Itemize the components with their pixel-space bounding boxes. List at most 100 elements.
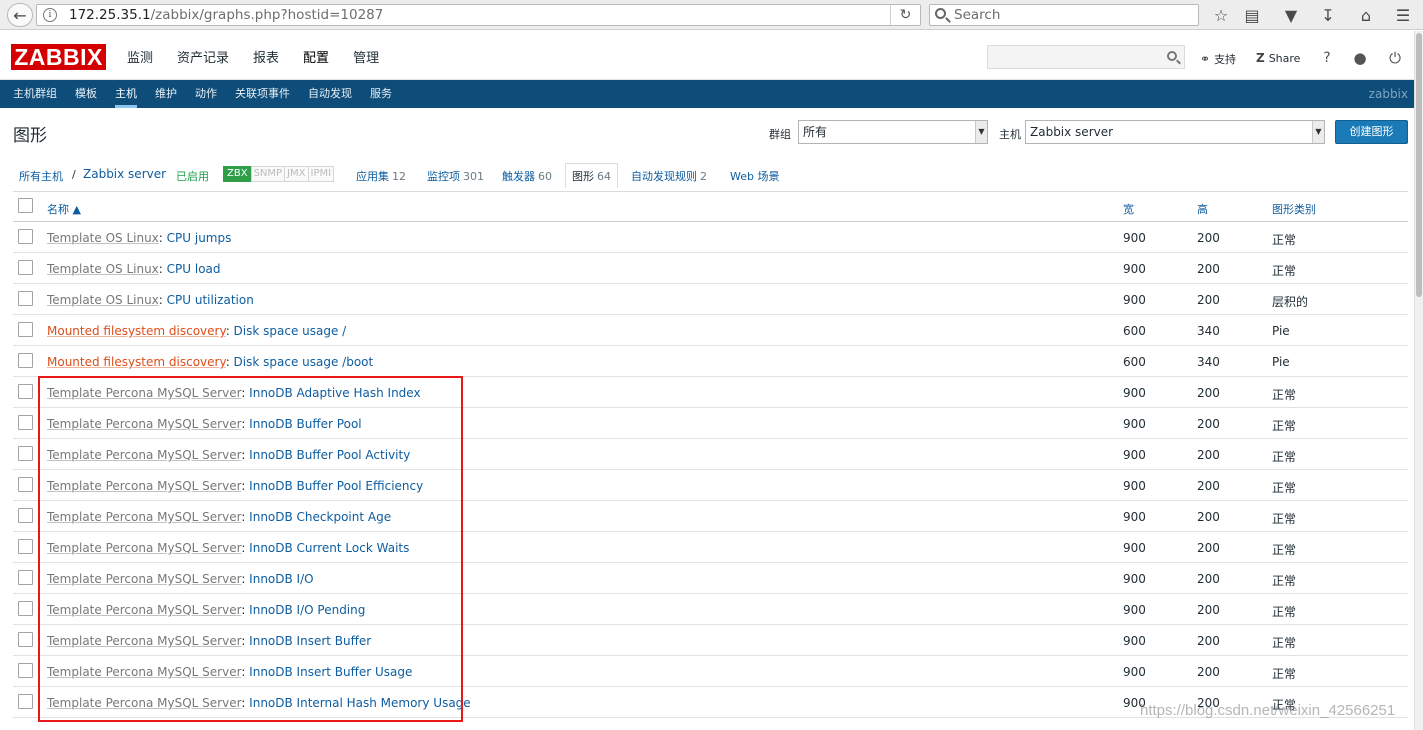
type-cell: 正常 (1272, 636, 1297, 650)
url-text: 172.25.35.1/zabbix/graphs.php?hostid=102… (69, 7, 384, 23)
tab-graphs[interactable]: 图形 64 (565, 163, 618, 188)
support-link[interactable]: ⚭ 支持 (1200, 51, 1236, 67)
row-checkbox[interactable] (18, 260, 33, 275)
submenu-templates[interactable]: 模板 (66, 80, 106, 108)
submenu-services[interactable]: 服务 (361, 80, 401, 108)
graph-link[interactable]: Disk space usage / (234, 324, 347, 338)
info-icon[interactable]: i (43, 8, 57, 22)
graph-name-cell: Template OS Linux: CPU jumps (47, 231, 231, 245)
type-cell: 正常 (1272, 667, 1297, 681)
create-graph-button[interactable]: 创建图形 (1335, 120, 1408, 144)
height-cell: 200 (1197, 231, 1220, 245)
search-icon[interactable] (1167, 51, 1177, 61)
host-select[interactable]: Zabbix server ▼ (1025, 120, 1325, 144)
type-cell: 正常 (1272, 574, 1297, 588)
row-checkbox[interactable] (18, 291, 33, 306)
column-header-type[interactable]: 图形类别 (1272, 201, 1316, 217)
table-row: Template OS Linux: CPU utilization 900 200… (13, 284, 1408, 315)
height-cell: 200 (1197, 262, 1220, 276)
submenu-maintenance[interactable]: 维护 (146, 80, 186, 108)
submenu-event-correlation[interactable]: 关联项事件 (226, 80, 299, 108)
breadcrumb-host[interactable]: Zabbix server (83, 167, 166, 181)
template-link[interactable]: Template OS Linux (47, 262, 159, 276)
group-select[interactable]: 所有 ▼ (798, 120, 988, 144)
row-checkbox[interactable] (18, 353, 33, 368)
width-cell: 600 (1123, 324, 1146, 338)
height-cell: 200 (1197, 634, 1220, 648)
select-all-checkbox[interactable] (18, 198, 33, 213)
menu-administration[interactable]: 管理 (344, 47, 388, 66)
graph-link[interactable]: CPU utilization (167, 293, 254, 307)
zabbix-logo[interactable]: ZABBIX (11, 44, 106, 70)
reading-list-icon[interactable]: ▤ (1240, 4, 1264, 26)
tab-discovery-rules[interactable]: 自动发现规则 2 (631, 168, 707, 184)
submenu-discovery[interactable]: 自动发现 (299, 80, 361, 108)
menu-configuration[interactable]: 配置 (294, 47, 338, 66)
width-cell: 900 (1123, 665, 1146, 679)
menu-inventory[interactable]: 资产记录 (168, 47, 238, 66)
group-select-value: 所有 (803, 125, 828, 139)
back-arrow-icon[interactable]: ← (7, 3, 33, 27)
row-checkbox[interactable] (18, 446, 33, 461)
submenu-host-groups[interactable]: 主机群组 (4, 80, 66, 108)
graph-link[interactable]: CPU jumps (167, 231, 232, 245)
template-link[interactable]: Template OS Linux (47, 293, 159, 307)
tab-triggers[interactable]: 触发器 60 (502, 168, 552, 184)
column-header-width[interactable]: 宽 (1123, 201, 1134, 217)
row-checkbox[interactable] (18, 384, 33, 399)
submenu-actions[interactable]: 动作 (186, 80, 226, 108)
zabbix-header: ZABBIX 监测 资产记录 报表 配置 管理 ⚭ 支持 Z Share ? ● ⏻ (0, 31, 1423, 80)
submenu-hosts[interactable]: 主机 (106, 80, 146, 108)
row-checkbox[interactable] (18, 477, 33, 492)
reload-icon[interactable]: ↻ (890, 5, 920, 25)
bookmark-star-icon[interactable]: ☆ (1209, 4, 1233, 26)
pocket-icon[interactable]: ▼ (1279, 4, 1303, 26)
watermark: https://blog.csdn.net/weixin_42566251 (1140, 702, 1396, 719)
width-cell: 900 (1123, 417, 1146, 431)
tab-web-scenarios[interactable]: Web 场景 (730, 168, 779, 184)
row-checkbox[interactable] (18, 570, 33, 585)
download-icon[interactable]: ↧ (1316, 4, 1340, 26)
scrollbar-thumb[interactable] (1416, 33, 1422, 297)
type-cell: Pie (1272, 355, 1290, 369)
sign-out-icon[interactable]: ⏻ (1385, 48, 1405, 68)
graph-link[interactable]: Disk space usage /boot (234, 355, 374, 369)
template-link[interactable]: Mounted filesystem discovery (47, 324, 226, 338)
type-cell: 正常 (1272, 512, 1297, 526)
row-checkbox[interactable] (18, 694, 33, 709)
address-bar[interactable]: i 172.25.35.1/zabbix/graphs.php?hostid=1… (36, 4, 921, 26)
name-separator: : (158, 293, 167, 307)
row-checkbox[interactable] (18, 601, 33, 616)
breadcrumb-all-hosts[interactable]: 所有主机 (19, 168, 63, 184)
help-icon[interactable]: ? (1317, 48, 1337, 68)
browser-search-input[interactable]: Search (929, 4, 1199, 26)
status-badge[interactable]: 已启用 (176, 168, 209, 184)
home-icon[interactable]: ⌂ (1354, 4, 1378, 26)
user-profile-icon[interactable]: ● (1350, 48, 1370, 68)
table-header: 名称 ▲ 宽 高 图形类别 (13, 191, 1408, 222)
tab-items[interactable]: 监控项 301 (427, 168, 484, 184)
row-checkbox[interactable] (18, 663, 33, 678)
column-header-height[interactable]: 高 (1197, 201, 1208, 217)
width-cell: 900 (1123, 262, 1146, 276)
tab-applications[interactable]: 应用集 12 (356, 168, 406, 184)
global-search-input[interactable] (987, 45, 1185, 69)
menu-monitoring[interactable]: 监测 (118, 47, 162, 66)
template-link[interactable]: Mounted filesystem discovery (47, 355, 226, 369)
page-scrollbar[interactable] (1414, 31, 1423, 730)
availability-badges: ZBX SNMP JMX IPMI (223, 166, 335, 182)
template-link[interactable]: Template OS Linux (47, 231, 159, 245)
jmx-badge: JMX (284, 166, 309, 182)
row-checkbox[interactable] (18, 415, 33, 430)
menu-icon[interactable]: ☰ (1391, 4, 1415, 26)
row-checkbox[interactable] (18, 632, 33, 647)
column-header-name[interactable]: 名称 ▲ (47, 201, 81, 217)
row-checkbox[interactable] (18, 322, 33, 337)
graph-name-cell: Mounted filesystem discovery: Disk space… (47, 324, 346, 338)
menu-reports[interactable]: 报表 (244, 47, 288, 66)
row-checkbox[interactable] (18, 229, 33, 244)
row-checkbox[interactable] (18, 539, 33, 554)
share-link[interactable]: Z Share (1256, 51, 1300, 65)
graph-link[interactable]: CPU load (167, 262, 221, 276)
row-checkbox[interactable] (18, 508, 33, 523)
